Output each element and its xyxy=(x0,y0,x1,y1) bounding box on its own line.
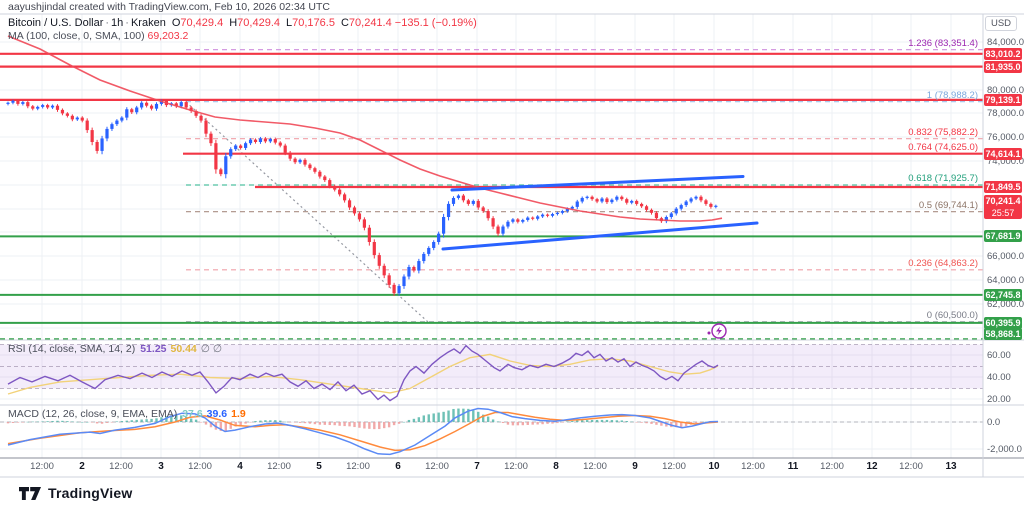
price-scale-label[interactable]: 76,000.0 xyxy=(987,132,1024,143)
fib-level-label: 0.236 (64,863.2) xyxy=(908,258,978,269)
macd-signal-value: 1.9 xyxy=(231,408,246,420)
time-axis-label[interactable]: 11 xyxy=(788,461,799,472)
price-scale-label[interactable]: 0.0 xyxy=(987,417,1000,428)
macd-label[interactable]: MACD (12, 26, close, 9, EMA, EMA) xyxy=(8,408,177,420)
rsi-ma-value: 50.44 xyxy=(171,343,197,355)
price-scale-label[interactable]: 66,000.0 xyxy=(987,251,1024,262)
ma-value: 69,203.2 xyxy=(147,30,188,42)
tradingview-snapshot: aayushjindal created with TradingView.co… xyxy=(0,0,1024,509)
price-tag[interactable]: 62,745.8 xyxy=(984,289,1022,301)
rsi-indicator-row: RSI (14, close, SMA, 14, 2) 51.25 50.44 ∅ ∅ xyxy=(8,343,222,355)
time-axis-label[interactable]: 2 xyxy=(79,461,85,472)
countdown-timer: 25:57 xyxy=(984,207,1022,219)
time-axis-label[interactable]: 3 xyxy=(158,461,164,472)
time-axis-label[interactable]: 12:00 xyxy=(30,461,54,472)
tradingview-logo-icon xyxy=(18,486,42,501)
macd-indicator-row: MACD (12, 26, close, 9, EMA, EMA) 37.6 39.… xyxy=(8,408,246,420)
price-tag[interactable]: 71,849.5 xyxy=(984,181,1022,193)
price-tag[interactable]: 83,010.2 xyxy=(984,48,1022,60)
price-tag[interactable]: 70,241.425:57 xyxy=(984,195,1022,219)
time-axis-label[interactable]: 12:00 xyxy=(425,461,449,472)
rsi-extra: ∅ ∅ xyxy=(201,343,222,355)
price-tag[interactable]: 81,935.0 xyxy=(984,61,1022,73)
time-axis-label[interactable]: 7 xyxy=(474,461,480,472)
chart-canvas[interactable] xyxy=(0,0,1024,509)
time-axis-label[interactable]: 12:00 xyxy=(741,461,765,472)
ma-label[interactable]: MA (100, close, 0, SMA, 100) xyxy=(8,30,145,42)
ohlc-close-value: 70,241.4 xyxy=(349,17,392,29)
tradingview-logo[interactable]: TradingView xyxy=(18,485,132,501)
change-value: −135.1 (−0.19%) xyxy=(395,17,477,29)
rsi-label[interactable]: RSI (14, close, SMA, 14, 2) xyxy=(8,343,135,355)
time-axis-label[interactable]: 5 xyxy=(316,461,322,472)
price-scale-label[interactable]: 40.00 xyxy=(987,372,1011,383)
ma-indicator-row: MA (100, close, 0, SMA, 100) 69,203.2 xyxy=(8,30,188,42)
price-scale-label[interactable]: 78,000.0 xyxy=(987,108,1024,119)
ohlc-high-label: H xyxy=(229,17,237,29)
ohlc-open-value: 70,429.4 xyxy=(180,17,223,29)
interval-label[interactable]: 1h xyxy=(111,17,123,29)
time-axis-label[interactable]: 12:00 xyxy=(583,461,607,472)
price-scale-label[interactable]: 60.00 xyxy=(987,350,1011,361)
price-tag[interactable]: 67,681.9 xyxy=(984,230,1022,242)
tradingview-logo-text: TradingView xyxy=(48,485,132,501)
symbol-title[interactable]: Bitcoin / U.S. Dollar xyxy=(8,17,103,29)
price-scale-label[interactable]: 84,000.0 xyxy=(987,37,1024,48)
time-axis-label[interactable]: 12:00 xyxy=(662,461,686,472)
ohlc-low-value: 70,176.5 xyxy=(292,17,335,29)
time-axis-label[interactable]: 6 xyxy=(395,461,401,472)
time-axis-label[interactable]: 12:00 xyxy=(267,461,291,472)
ohlc-close-label: C xyxy=(341,17,349,29)
time-axis-label[interactable]: 9 xyxy=(632,461,638,472)
price-tag[interactable]: 58,868.1 xyxy=(984,328,1022,340)
macd-hist-value: 37.6 xyxy=(182,408,202,420)
price-tag[interactable]: 74,614.1 xyxy=(984,148,1022,160)
time-axis-label[interactable]: 13 xyxy=(945,461,956,472)
macd-value: 39.6 xyxy=(207,408,227,420)
currency-chip[interactable]: USD xyxy=(985,16,1017,31)
fib-level-label: 0.5 (69,744.1) xyxy=(919,200,978,211)
time-axis-label[interactable]: 12 xyxy=(866,461,877,472)
fib-level-label: 1 (78,988.2) xyxy=(927,90,978,101)
fib-level-label: 0.764 (74,625.0) xyxy=(908,142,978,153)
rsi-value: 51.25 xyxy=(140,343,166,355)
fib-level-label: 0.832 (75,882.2) xyxy=(908,127,978,138)
time-axis-label[interactable]: 12:00 xyxy=(109,461,133,472)
time-axis-label[interactable]: 12:00 xyxy=(188,461,212,472)
fib-level-label: 0 (60,500.0) xyxy=(927,310,978,321)
exchange-label: Kraken xyxy=(131,17,166,29)
time-axis-label[interactable]: 4 xyxy=(237,461,243,472)
fib-level-label: 1.236 (83,351.4) xyxy=(908,38,978,49)
price-scale-label[interactable]: 64,000.0 xyxy=(987,275,1024,286)
price-scale-label[interactable]: -2,000.0 xyxy=(987,444,1022,455)
price-scale-label[interactable]: 20.00 xyxy=(987,394,1011,405)
time-axis-label[interactable]: 8 xyxy=(553,461,559,472)
price-tag[interactable]: 79,139.1 xyxy=(984,94,1022,106)
time-axis-label[interactable]: 12:00 xyxy=(899,461,923,472)
time-axis-label[interactable]: 12:00 xyxy=(346,461,370,472)
time-axis-label[interactable]: 12:00 xyxy=(820,461,844,472)
attribution-text: aayushjindal created with TradingView.co… xyxy=(8,1,330,13)
symbol-row: Bitcoin / U.S. Dollar·1h·KrakenO70,429.4… xyxy=(8,17,477,29)
ohlc-high-value: 70,429.4 xyxy=(237,17,280,29)
time-axis-label[interactable]: 10 xyxy=(708,461,719,472)
fib-level-label: 0.618 (71,925.7) xyxy=(908,173,978,184)
time-axis-label[interactable]: 12:00 xyxy=(504,461,528,472)
